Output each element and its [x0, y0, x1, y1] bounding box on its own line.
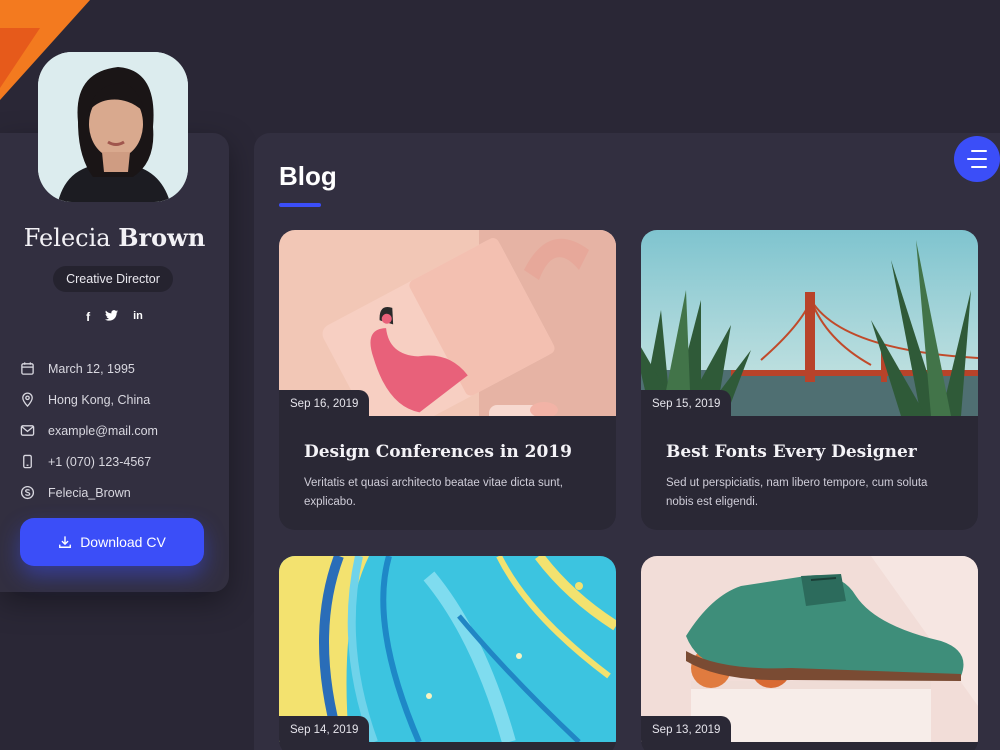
info-text: Felecia_Brown — [48, 485, 131, 500]
post-thumbnail: Sep 15, 2019 — [641, 230, 978, 416]
mail-icon — [20, 425, 35, 436]
social-links: f in — [0, 310, 229, 324]
post-date: Sep 15, 2019 — [641, 390, 732, 416]
post-date: Sep 13, 2019 — [641, 716, 732, 742]
skype-icon — [20, 485, 35, 500]
first-name: Felecia — [23, 224, 111, 252]
info-row-skype: Felecia_Brown — [20, 477, 220, 508]
page-title: Blog — [279, 161, 337, 191]
info-row-phone: +1 (070) 123-4567 — [20, 446, 220, 477]
phone-icon — [23, 454, 32, 469]
facebook-icon[interactable]: f — [86, 310, 90, 324]
info-text: Hong Kong, China — [48, 392, 151, 407]
post-thumbnail: Sep 14, 2019 — [279, 556, 616, 742]
post-thumbnail: Sep 16, 2019 — [279, 230, 616, 416]
info-row-email: example@mail.com — [20, 415, 220, 446]
hamburger-icon — [967, 147, 987, 171]
linkedin-icon[interactable]: in — [133, 310, 143, 324]
title-underline — [279, 203, 321, 207]
blog-card[interactable]: Sep 16, 2019 Design Conferences in 2019 … — [279, 230, 616, 530]
blog-panel: Blog Sep 16, 2019 Design Conferences in … — [254, 133, 1000, 750]
post-date: Sep 14, 2019 — [279, 716, 370, 742]
post-excerpt: Veritatis et quasi architecto beatae vit… — [304, 477, 563, 508]
download-icon — [59, 536, 72, 548]
info-row-location: Hong Kong, China — [20, 384, 220, 415]
menu-button[interactable] — [954, 136, 1000, 182]
download-cv-button[interactable]: Download CV — [20, 518, 204, 566]
blog-card[interactable]: Sep 14, 2019 — [279, 556, 616, 750]
download-cv-label: Download CV — [80, 534, 166, 550]
location-icon — [22, 392, 33, 407]
post-date: Sep 16, 2019 — [279, 390, 370, 416]
info-text: +1 (070) 123-4567 — [48, 454, 152, 469]
info-text: example@mail.com — [48, 423, 158, 438]
calendar-icon — [21, 362, 34, 375]
decorative-corner-shape-inner — [0, 28, 40, 88]
post-excerpt: Sed ut perspiciatis, nam libero tempore,… — [666, 477, 928, 508]
role-badge: Creative Director — [53, 266, 173, 292]
blog-card[interactable]: Sep 15, 2019 Best Fonts Every Designer S… — [641, 230, 978, 530]
blog-card[interactable]: Sep 13, 2019 — [641, 556, 978, 750]
info-list: March 12, 1995 Hong Kong, China example@… — [20, 353, 220, 508]
post-thumbnail: Sep 13, 2019 — [641, 556, 978, 742]
twitter-icon[interactable] — [105, 310, 119, 324]
info-row-birthday: March 12, 1995 — [20, 353, 220, 384]
profile-name: Felecia Brown — [0, 223, 229, 252]
info-text: March 12, 1995 — [48, 361, 135, 376]
post-title[interactable]: Design Conferences in 2019 — [279, 416, 616, 462]
post-title[interactable]: Best Fonts Every Designer — [641, 416, 978, 462]
last-name: Brown — [118, 223, 206, 252]
avatar — [38, 52, 188, 202]
